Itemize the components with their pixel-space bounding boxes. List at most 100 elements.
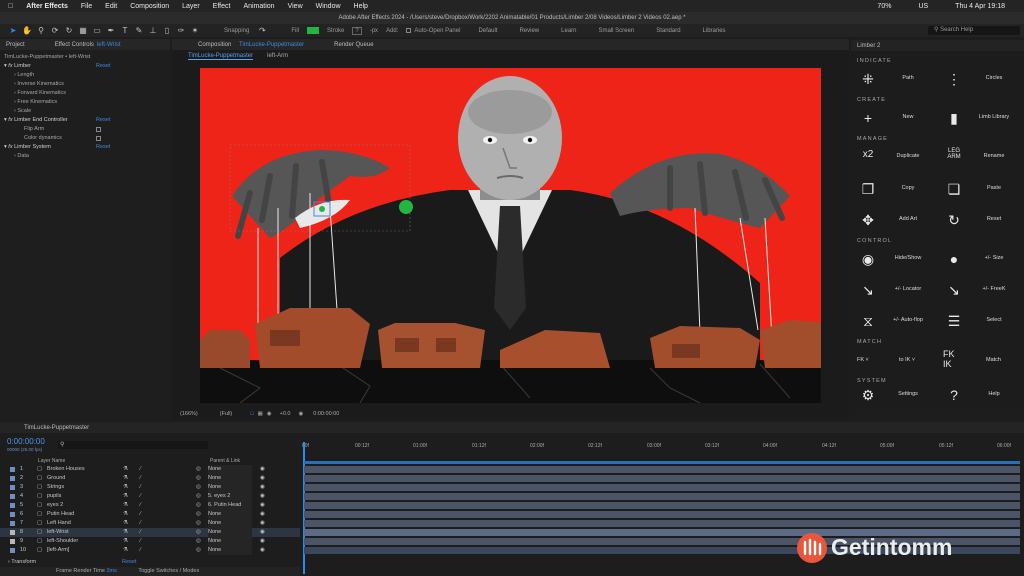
menu-animation[interactable]: Animation xyxy=(243,3,274,10)
layer-duration-bar[interactable] xyxy=(304,466,1020,473)
layer-row[interactable]: 10 ▢ [left-Arm] ⚗ ∕ ◎ None ◉ xyxy=(0,546,300,555)
search-help-input[interactable]: ⚲ Search Help xyxy=(928,26,1020,35)
reset-button[interactable]: ↻ Reset xyxy=(939,202,1021,239)
visibility-eye-icon[interactable]: ◉ xyxy=(260,510,265,519)
pickwhip-icon[interactable]: ◎ xyxy=(196,501,201,510)
type-tool-icon[interactable]: T xyxy=(120,26,130,35)
limber-system-reset[interactable]: Reset xyxy=(96,143,110,152)
rotate-tool-icon[interactable]: ↻ xyxy=(64,26,74,35)
layer-label-color[interactable] xyxy=(10,494,15,499)
auto-flop-button[interactable]: ⧖ +/- Auto-flop xyxy=(853,303,935,340)
help-button[interactable]: ? Help xyxy=(939,381,1021,409)
match-button[interactable]: Match xyxy=(986,357,1001,363)
menu-window[interactable]: Window xyxy=(316,3,341,10)
region-icon[interactable]: □ xyxy=(250,411,253,417)
path-button[interactable]: ⁜ Path xyxy=(853,61,935,98)
visibility-eye-icon[interactable]: ◉ xyxy=(260,474,265,483)
layer-label-color[interactable] xyxy=(10,530,15,535)
select-button[interactable]: ☰ Select xyxy=(939,303,1021,340)
quality-icon[interactable]: ∕ xyxy=(140,483,141,492)
pickwhip-icon[interactable]: ◎ xyxy=(196,510,201,519)
menu-effect[interactable]: Effect xyxy=(213,3,231,10)
add-label[interactable]: Add: xyxy=(386,28,398,34)
layer-row[interactable]: 6 ▢ Putin Head ⚗ ∕ ◎ None ◉ xyxy=(0,510,300,519)
layer-duration-bar[interactable] xyxy=(304,502,1020,509)
workspace-standard[interactable]: Standard xyxy=(656,28,680,34)
selection-tool-icon[interactable]: ➤ xyxy=(8,26,18,35)
quality-icon[interactable]: ∕ xyxy=(140,519,141,528)
shy-icon[interactable]: ⚗ xyxy=(123,501,128,510)
parent-dropdown[interactable]: None xyxy=(208,528,252,537)
menu-app[interactable]: After Effects xyxy=(26,3,68,10)
layer-label-color[interactable] xyxy=(10,539,15,544)
pickwhip-icon[interactable]: ◎ xyxy=(196,483,201,492)
transform-row[interactable]: › Transform xyxy=(8,559,36,565)
layer-duration-bar[interactable] xyxy=(304,475,1020,482)
zoom-dropdown[interactable]: (166%) xyxy=(180,411,198,417)
apple-icon[interactable]:  xyxy=(8,3,13,10)
shy-icon[interactable]: ⚗ xyxy=(123,537,128,546)
new-button[interactable]: + New xyxy=(853,100,935,137)
pickwhip-icon[interactable]: ◎ xyxy=(196,519,201,528)
layer-label-color[interactable] xyxy=(10,512,15,517)
visibility-eye-icon[interactable]: ◉ xyxy=(260,546,265,555)
puppet-tool-icon[interactable]: ✶ xyxy=(190,26,200,35)
tab-effect-controls[interactable]: Effect Controls xyxy=(55,42,94,48)
layer-name[interactable]: Left Hand xyxy=(47,519,71,528)
shy-icon[interactable]: ⚗ xyxy=(123,528,128,537)
work-area-bar[interactable] xyxy=(304,461,1020,464)
layer-label-color[interactable] xyxy=(10,476,15,481)
quality-icon[interactable]: ∕ xyxy=(140,474,141,483)
layer-name[interactable]: left-Wrist xyxy=(47,528,69,537)
limber-effect-row[interactable]: ▾ fx Limber Reset xyxy=(4,62,166,71)
timeline-comp-tab[interactable]: TimLucke-Puppetmaster xyxy=(24,425,89,431)
shy-icon[interactable]: ⚗ xyxy=(123,510,128,519)
end-controller-row[interactable]: ▾ fx Limber End Controller Reset xyxy=(4,116,166,125)
menu-edit[interactable]: Edit xyxy=(105,3,117,10)
time-ruler[interactable]: 00f 00:12f 01:00f 01:12f 02:00f 02:12f 0… xyxy=(302,443,1020,455)
layer-name[interactable]: pupils xyxy=(47,492,61,501)
parent-dropdown[interactable]: 5. eyes 2 xyxy=(208,492,252,501)
layer-row[interactable]: 5 ▢ eyes 2 ⚗ ∕ ◎ 6. Putin Head ◉ xyxy=(0,501,300,510)
limb-library-button[interactable]: ▮ Limb Library xyxy=(939,100,1021,137)
snapping-toggle[interactable]: Snapping xyxy=(224,28,249,34)
color-dynamics-checkbox[interactable] xyxy=(96,136,101,141)
layer-name[interactable]: Strings xyxy=(47,483,64,492)
visibility-eye-icon[interactable]: ◉ xyxy=(260,492,265,501)
orbit-tool-icon[interactable]: ⟳ xyxy=(50,26,60,35)
prop-data[interactable]: › Data xyxy=(4,152,166,161)
fk-dropdown[interactable]: FK ˅ xyxy=(857,357,869,363)
pickwhip-icon[interactable]: ◎ xyxy=(196,537,201,546)
parent-dropdown[interactable]: None xyxy=(208,465,252,474)
circles-button[interactable]: ⋮ Circles xyxy=(939,61,1021,98)
exposure-value[interactable]: +0.0 xyxy=(280,411,291,417)
layer-row[interactable]: 1 ▢ Broken Houses ⚗ ∕ ◎ None ◉ xyxy=(0,465,300,474)
zoom-tool-icon[interactable]: ⚲ xyxy=(36,26,46,35)
shy-icon[interactable]: ⚗ xyxy=(123,519,128,528)
layer-row[interactable]: 3 ▢ Strings ⚗ ∕ ◎ None ◉ xyxy=(0,483,300,492)
limber-title[interactable]: Limber 2 xyxy=(857,43,880,49)
channel-icon[interactable]: ◉ xyxy=(267,411,272,417)
brush-tool-icon[interactable]: ✎ xyxy=(134,26,144,35)
menu-file[interactable]: File xyxy=(81,3,92,10)
parent-dropdown[interactable]: None xyxy=(208,510,252,519)
tab-composition[interactable]: Composition TimLucke-Puppetmaster xyxy=(192,42,304,48)
workspace-review[interactable]: Review xyxy=(519,28,539,34)
pan-behind-tool-icon[interactable]: ▦ xyxy=(78,26,88,35)
layer-label-color[interactable] xyxy=(10,521,15,526)
menu-layer[interactable]: Layer xyxy=(182,3,200,10)
visibility-eye-icon[interactable]: ◉ xyxy=(260,483,265,492)
quality-icon[interactable]: ∕ xyxy=(140,492,141,501)
parent-dropdown[interactable]: 6. Putin Head xyxy=(208,501,252,510)
parent-dropdown[interactable]: None xyxy=(208,519,252,528)
layer-label-color[interactable] xyxy=(10,467,15,472)
shy-icon[interactable]: ⚗ xyxy=(123,465,128,474)
prop-free-kinematics[interactable]: › Free Kinematics xyxy=(4,98,166,107)
timeline-timecode[interactable]: 0:00:00:00 xyxy=(7,437,45,446)
menu-composition[interactable]: Composition xyxy=(130,3,169,10)
stamp-tool-icon[interactable]: ⊥ xyxy=(148,26,158,35)
roto-brush-tool-icon[interactable]: ✑ xyxy=(176,26,186,35)
pickwhip-icon[interactable]: ◎ xyxy=(196,546,201,555)
layer-search-input[interactable]: ⚲ xyxy=(58,441,208,449)
layer-duration-bar[interactable] xyxy=(304,511,1020,518)
